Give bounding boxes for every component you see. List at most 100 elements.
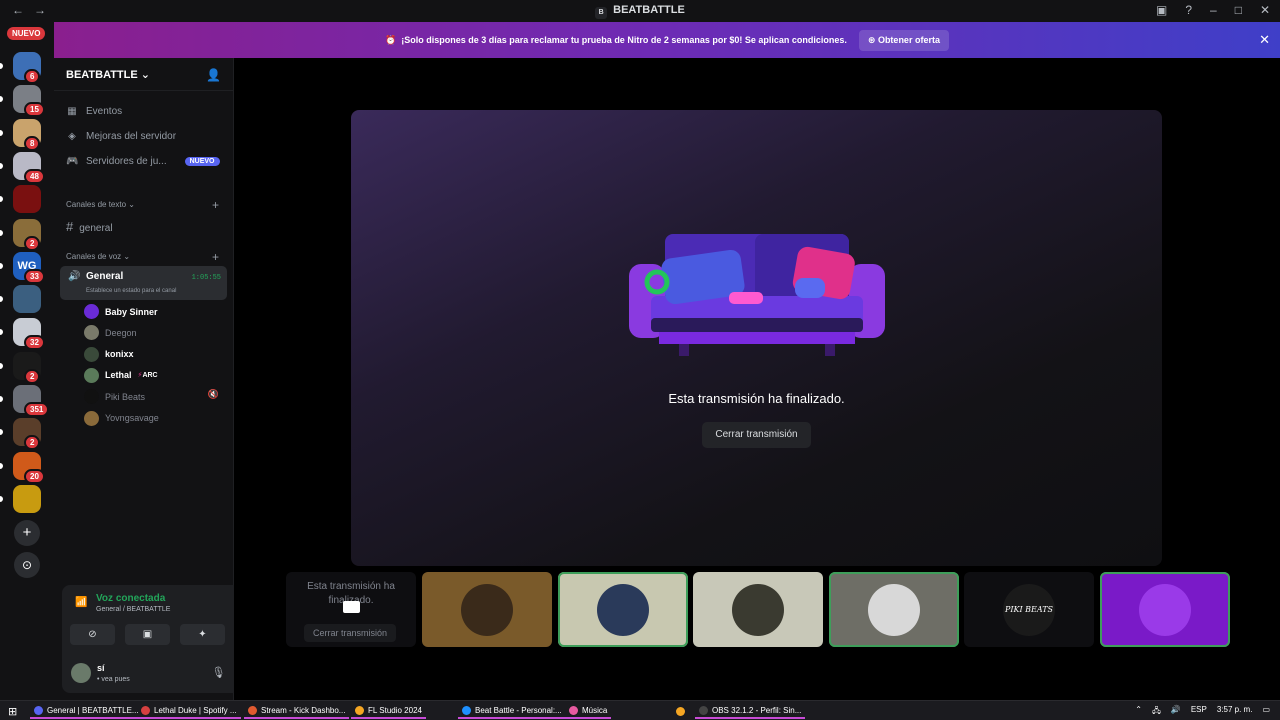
window-controls: ▣ ? – □ ✕	[1156, 3, 1270, 17]
participant-tile[interactable]: PIKI BEATS	[964, 572, 1094, 647]
add-server-icon[interactable]: +	[14, 520, 40, 546]
menu-eventos[interactable]: ▦ Eventos	[66, 106, 122, 117]
server-icon[interactable]	[13, 484, 41, 513]
microphone-icon[interactable]: 🎙	[211, 666, 225, 679]
taskbar-app[interactable]: Stream - Kick Dashbo...	[244, 703, 350, 719]
avatar	[84, 367, 99, 383]
invite-user-icon[interactable]: 👤	[206, 68, 221, 82]
server-unread-pill	[0, 129, 3, 136]
voice-user-name: Yovngsavage	[105, 413, 159, 423]
server-badge: B	[595, 7, 608, 19]
voice-channel-general[interactable]: 🔊 General 1:05:55 Establece un estado pa…	[60, 266, 227, 300]
menu-mejoras-label: Mejoras del servidor	[86, 131, 177, 142]
voice-status[interactable]: Establece un estado para el canal	[86, 288, 176, 294]
camera-off-button[interactable]: ⊘	[70, 624, 115, 645]
taskbar-app[interactable]: Música	[565, 703, 612, 719]
add-voice-channel-icon[interactable]: +	[212, 250, 219, 264]
server-unread-pill	[0, 495, 3, 502]
avatar	[867, 583, 920, 636]
channel-sidebar: BEATBATTLE ⌄ 👤 ▦ Eventos ◈ Mejoras del ser…	[54, 58, 281, 700]
tile-close-stream-button[interactable]: Cerrar transmisión	[304, 624, 396, 642]
maximize-button[interactable]: □	[1235, 3, 1242, 17]
banner-close-icon[interactable]: ✕	[1259, 32, 1270, 48]
app-icon	[462, 705, 471, 715]
participant-tile[interactable]	[557, 572, 688, 647]
server-mention-badge: 2	[24, 368, 41, 384]
server-name-header[interactable]: BEATBATTLE ⌄	[66, 68, 150, 81]
speaker-icon: 🔊	[68, 271, 81, 282]
participant-tile[interactable]	[1099, 572, 1230, 647]
taskbar: ⊞ General | BEATBATTLE... Lethal Duke | S…	[0, 700, 1280, 720]
server-unread-pill	[0, 362, 3, 369]
voice-user[interactable]: Baby Sinner	[84, 304, 158, 319]
language-indicator[interactable]: ESP	[1191, 705, 1207, 719]
participant-tile[interactable]	[693, 572, 823, 647]
voice-user[interactable]: Yovngsavage	[84, 410, 159, 426]
menu-servidores-label: Servidores de ju...	[86, 156, 167, 167]
voice-user[interactable]: Piki Beats	[84, 389, 145, 405]
taskbar-app[interactable]: OBS 32.1.2 - Perfil: Sin...	[695, 703, 806, 719]
server-name-text: BEATBATTLE	[66, 69, 138, 81]
add-text-channel-icon[interactable]: +	[212, 198, 219, 212]
text-category[interactable]: Canales de texto ⌄	[66, 200, 135, 209]
nuevo-badge: NUEVO	[7, 27, 46, 40]
volume-icon[interactable]: 🔊	[1171, 705, 1181, 719]
server-icon[interactable]	[13, 185, 41, 214]
voice-connected-sub[interactable]: General / BEATBATTLE	[96, 606, 170, 613]
voice-user[interactable]: Deegon	[84, 325, 137, 341]
chevron-down-icon: ⌄	[140, 69, 150, 81]
signal-icon[interactable]: 📶	[75, 597, 87, 608]
activities-button[interactable]: ✦	[180, 624, 225, 645]
menu-servidores[interactable]: 🎮 Servidores de ju... NUEVO	[66, 156, 220, 167]
participant-tile[interactable]	[828, 572, 959, 647]
system-tray: ⌃ 🖧 🔊 ESP 3:57 p. m. ▭	[1135, 705, 1270, 719]
taskbar-app[interactable]: Beat Battle - Personal:...	[458, 703, 566, 719]
hash-icon: #	[66, 219, 74, 234]
help-icon[interactable]: ?	[1185, 3, 1192, 17]
participant-tile[interactable]	[422, 572, 552, 647]
server-mention-badge: 6	[24, 69, 41, 84]
server-icon[interactable]	[13, 285, 41, 314]
couch-illustration	[629, 234, 885, 356]
taskbar-app[interactable]	[672, 703, 689, 719]
close-button[interactable]: ✕	[1260, 3, 1270, 17]
chevron-up-icon[interactable]: ⌃	[1135, 705, 1142, 719]
server-unread-pill	[0, 329, 3, 336]
menu-eventos-label: Eventos	[86, 106, 123, 117]
tile-ended-stream[interactable]: Esta transmisión ha finalizado. Cerrar t…	[286, 572, 416, 647]
inbox-icon[interactable]: ▣	[1156, 3, 1167, 17]
close-stream-button[interactable]: Cerrar transmisión	[702, 422, 811, 448]
alarm-icon: ⏰	[385, 34, 397, 45]
clock[interactable]: 3:57 p. m.	[1217, 705, 1253, 719]
taskbar-app-label: OBS 32.1.2 - Perfil: Sin...	[712, 705, 802, 715]
gamepad-icon: 🎮	[66, 156, 79, 167]
network-icon[interactable]: 🖧	[1152, 705, 1161, 719]
channel-general[interactable]: # general	[66, 219, 113, 234]
voice-user[interactable]: Lethal ⚡ARC	[84, 367, 158, 383]
taskbar-app-label: Beat Battle - Personal:...	[475, 705, 562, 715]
taskbar-app[interactable]: FL Studio 2024	[351, 703, 426, 719]
notification-icon[interactable]: ▭	[1262, 705, 1270, 719]
app-icon	[141, 705, 150, 715]
avatar[interactable]	[71, 663, 91, 683]
nuevo-tag: NUEVO	[184, 157, 220, 166]
taskbar-app[interactable]: General | BEATBATTLE...	[30, 703, 143, 719]
screen-share-button[interactable]: ▣	[125, 624, 170, 645]
windows-start-icon[interactable]: ⊞	[4, 703, 21, 719]
taskbar-app[interactable]: Lethal Duke | Spotify ...	[137, 703, 241, 719]
voice-category[interactable]: Canales de voz ⌄	[66, 252, 130, 261]
app-icon	[34, 705, 43, 715]
server-mention-badge: 2	[24, 435, 41, 451]
server-mention-badge: 8	[24, 135, 41, 151]
nitro-banner: ⏰ ¡Solo dispones de 3 días para reclamar…	[54, 22, 1280, 58]
main-area: Esta transmisión ha finalizado. Cerrar t…	[234, 58, 1280, 700]
avatar	[84, 304, 99, 319]
discover-icon[interactable]: ⊙	[14, 552, 40, 578]
minimize-button[interactable]: –	[1210, 3, 1217, 17]
avatar	[84, 325, 99, 341]
voice-user[interactable]: konixx	[84, 346, 134, 362]
app-icon	[355, 705, 364, 715]
server-mention-badge: 33	[24, 268, 45, 284]
menu-mejoras[interactable]: ◈ Mejoras del servidor	[66, 131, 176, 142]
offer-button[interactable]: ⊛ Obtener oferta	[858, 29, 949, 51]
